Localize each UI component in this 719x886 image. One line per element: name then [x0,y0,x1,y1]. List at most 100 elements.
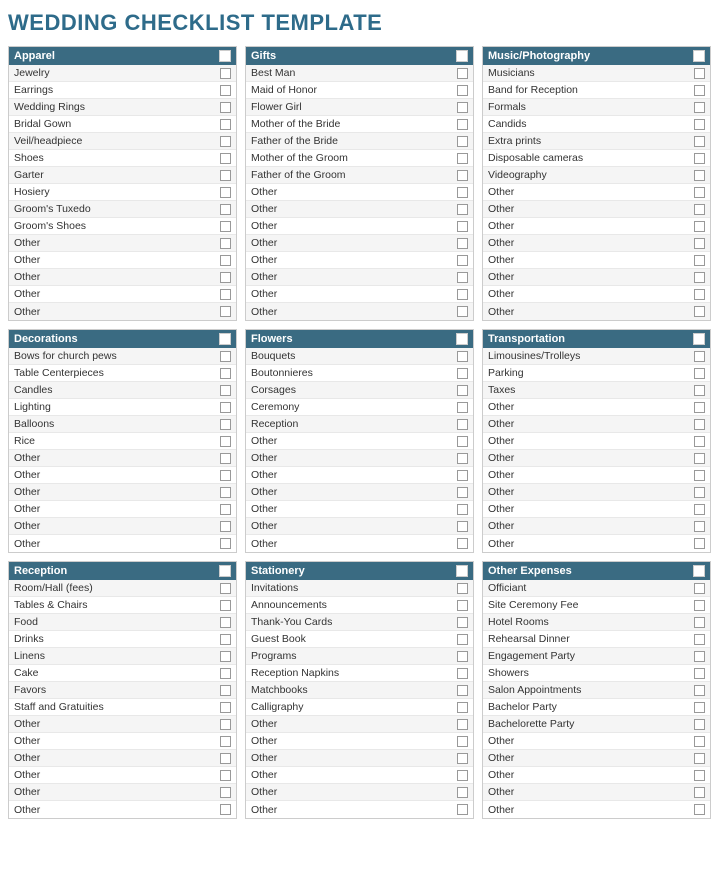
item-checkbox[interactable] [220,187,231,198]
item-checkbox[interactable] [220,634,231,645]
item-checkbox[interactable] [220,702,231,713]
item-checkbox[interactable] [220,787,231,798]
item-checkbox[interactable] [694,702,705,713]
item-checkbox[interactable] [220,351,231,362]
item-checkbox[interactable] [220,804,231,815]
section-checkbox-gifts[interactable] [456,50,468,62]
item-checkbox[interactable] [457,702,468,713]
item-checkbox[interactable] [457,351,468,362]
item-checkbox[interactable] [457,385,468,396]
item-checkbox[interactable] [694,470,705,481]
item-checkbox[interactable] [694,600,705,611]
item-checkbox[interactable] [457,402,468,413]
item-checkbox[interactable] [694,617,705,628]
section-checkbox-reception[interactable] [219,565,231,577]
item-checkbox[interactable] [220,368,231,379]
item-checkbox[interactable] [457,289,468,300]
item-checkbox[interactable] [457,504,468,515]
item-checkbox[interactable] [457,204,468,215]
item-checkbox[interactable] [220,651,231,662]
item-checkbox[interactable] [220,770,231,781]
item-checkbox[interactable] [457,470,468,481]
item-checkbox[interactable] [694,634,705,645]
item-checkbox[interactable] [220,453,231,464]
item-checkbox[interactable] [457,521,468,532]
section-checkbox-other-expenses[interactable] [693,565,705,577]
item-checkbox[interactable] [694,68,705,79]
item-checkbox[interactable] [220,719,231,730]
item-checkbox[interactable] [694,289,705,300]
item-checkbox[interactable] [457,453,468,464]
item-checkbox[interactable] [694,153,705,164]
item-checkbox[interactable] [457,102,468,113]
item-checkbox[interactable] [694,187,705,198]
item-checkbox[interactable] [220,753,231,764]
item-checkbox[interactable] [220,136,231,147]
item-checkbox[interactable] [220,521,231,532]
item-checkbox[interactable] [220,402,231,413]
item-checkbox[interactable] [220,238,231,249]
item-checkbox[interactable] [220,255,231,266]
item-checkbox[interactable] [694,668,705,679]
item-checkbox[interactable] [694,651,705,662]
item-checkbox[interactable] [694,419,705,430]
item-checkbox[interactable] [457,170,468,181]
item-checkbox[interactable] [220,204,231,215]
item-checkbox[interactable] [220,504,231,515]
item-checkbox[interactable] [457,221,468,232]
item-checkbox[interactable] [220,487,231,498]
item-checkbox[interactable] [457,804,468,815]
section-checkbox-decorations[interactable] [219,333,231,345]
item-checkbox[interactable] [220,600,231,611]
item-checkbox[interactable] [457,238,468,249]
section-checkbox-apparel[interactable] [219,50,231,62]
item-checkbox[interactable] [457,306,468,317]
item-checkbox[interactable] [220,85,231,96]
item-checkbox[interactable] [220,289,231,300]
item-checkbox[interactable] [220,102,231,113]
item-checkbox[interactable] [457,583,468,594]
item-checkbox[interactable] [694,521,705,532]
item-checkbox[interactable] [457,119,468,130]
item-checkbox[interactable] [694,402,705,413]
item-checkbox[interactable] [220,668,231,679]
item-checkbox[interactable] [457,255,468,266]
item-checkbox[interactable] [694,85,705,96]
item-checkbox[interactable] [457,136,468,147]
item-checkbox[interactable] [694,238,705,249]
item-checkbox[interactable] [457,272,468,283]
item-checkbox[interactable] [220,306,231,317]
item-checkbox[interactable] [694,770,705,781]
item-checkbox[interactable] [457,770,468,781]
item-checkbox[interactable] [457,187,468,198]
item-checkbox[interactable] [694,504,705,515]
item-checkbox[interactable] [694,272,705,283]
item-checkbox[interactable] [457,419,468,430]
item-checkbox[interactable] [220,583,231,594]
item-checkbox[interactable] [457,719,468,730]
item-checkbox[interactable] [694,306,705,317]
item-checkbox[interactable] [694,385,705,396]
item-checkbox[interactable] [694,255,705,266]
item-checkbox[interactable] [457,787,468,798]
item-checkbox[interactable] [694,368,705,379]
item-checkbox[interactable] [457,634,468,645]
item-checkbox[interactable] [694,736,705,747]
item-checkbox[interactable] [694,453,705,464]
item-checkbox[interactable] [220,119,231,130]
section-checkbox-flowers[interactable] [456,333,468,345]
item-checkbox[interactable] [457,436,468,447]
item-checkbox[interactable] [694,719,705,730]
section-checkbox-stationery[interactable] [456,565,468,577]
item-checkbox[interactable] [694,787,705,798]
item-checkbox[interactable] [457,487,468,498]
section-checkbox-transportation[interactable] [693,333,705,345]
item-checkbox[interactable] [220,221,231,232]
item-checkbox[interactable] [457,85,468,96]
section-checkbox-music-photography[interactable] [693,50,705,62]
item-checkbox[interactable] [457,685,468,696]
item-checkbox[interactable] [694,487,705,498]
item-checkbox[interactable] [694,753,705,764]
item-checkbox[interactable] [220,419,231,430]
item-checkbox[interactable] [457,68,468,79]
